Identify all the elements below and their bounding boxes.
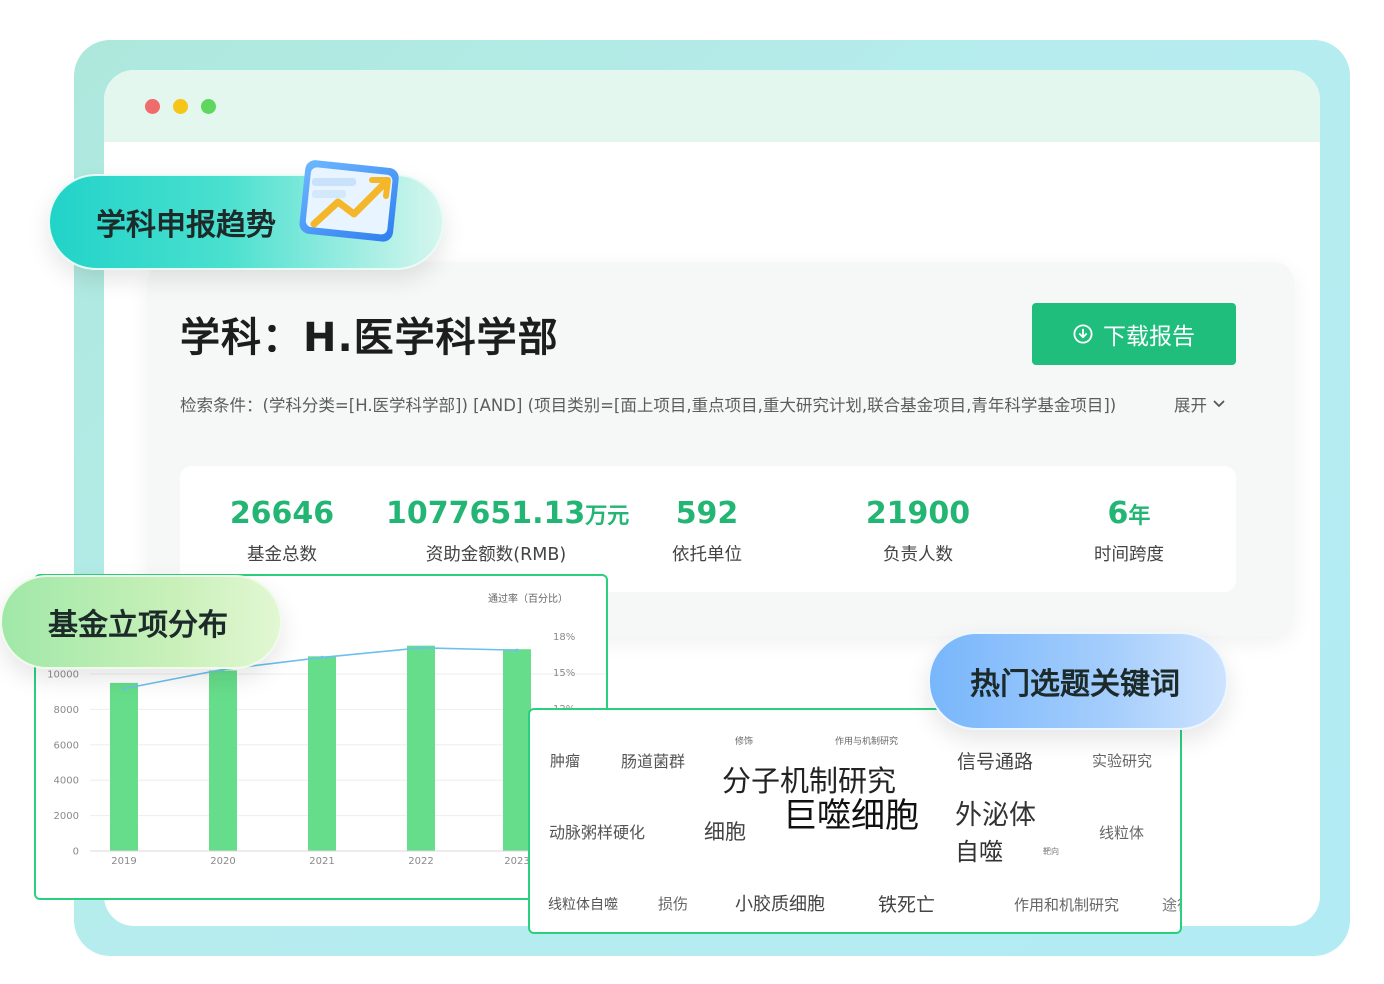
download-report-button[interactable]: 下载报告 [1032,303,1236,365]
stat-fund-total: 26646 基金总数 [172,496,392,566]
keyword-cloud: 肿瘤 肠道菌群 修饰 作用与机制研究信号通路 实验研究分子机制研究巨噬细胞 外泌体动脉粥样… [528,708,1182,934]
x-tick-label: 2019 [111,856,136,867]
stat-leaders: 21900 负责人数 [808,496,1028,566]
keyword-item[interactable]: 线粒体自噬 [548,898,618,912]
rate-point [515,648,519,652]
keyword-item[interactable]: 靶向 [1043,848,1059,856]
stat-value: 6年 [1107,496,1151,531]
y-tick-label: 6000 [54,740,79,751]
keyword-item[interactable]: 细胞 [704,822,746,843]
maximize-window-dot[interactable] [201,99,216,114]
y2-axis-label: 通过率（百分比） [488,592,568,605]
stat-label: 时间跨度 [1094,545,1164,565]
x-tick-label: 2020 [210,856,235,867]
page-title: 学科：H.医学科学部 [180,315,559,361]
rate-point [122,687,126,691]
stat-institutions: 592 依托单位 [597,496,817,566]
window-titlebar [104,70,1320,142]
expand-label: 展开 [1174,396,1207,415]
y-tick-label: 0 [73,847,79,858]
y2-tick-label: 18% [553,632,575,643]
y-tick-label: 8000 [54,705,79,716]
download-icon [1073,324,1093,344]
expand-toggle[interactable]: 展开 [1174,392,1225,416]
keyword-item[interactable]: 小胶质细胞 [735,896,825,914]
y-tick-label: 10000 [47,670,79,681]
y-tick-label: 2000 [54,811,79,822]
badge-trend-label: 学科申报趋势 [96,208,276,243]
keyword-item[interactable]: 肿瘤 [550,754,580,769]
rate-point [320,655,324,659]
stat-label: 资助金额数(RMB) [425,545,567,565]
stat-label: 依托单位 [672,545,742,565]
stat-value: 21900 [865,496,971,531]
x-tick-label: 2023 [504,856,529,867]
stat-fund-amount: 1077651.13万元 资助金额数(RMB) [386,496,630,566]
bar [407,645,435,851]
keyword-item[interactable]: 动脉粥样硬化 [549,825,645,841]
download-report-label: 下载报告 [1103,324,1195,350]
bar [308,656,336,851]
bar [209,670,237,851]
keyword-item[interactable]: 肠道菌群 [621,754,685,770]
trend-chart-icon [299,160,399,242]
stat-value: 26646 [229,496,335,531]
badge-keywords: 热门选题关键词 [928,632,1228,730]
keyword-item[interactable]: 铁死亡 [878,896,935,915]
y2-tick-label: 15% [553,668,575,679]
keyword-item[interactable]: 巨噬细胞 [783,799,919,833]
keyword-item[interactable]: 实验研究 [1092,754,1152,769]
badge-keywords-label: 热门选题关键词 [970,667,1180,702]
bar [110,682,138,851]
search-condition: 检索条件：(学科分类=[H.医学科学部]) [AND] (项目类别=[面上项目,… [180,396,1117,415]
keyword-item[interactable]: 作用和机制研究 [1014,898,1119,913]
badge-distribution: 基金立项分布 [0,575,282,669]
stat-value: 1077651.13万元 [386,496,630,531]
keyword-item[interactable]: 外泌体 [955,802,1036,829]
rate-point [419,646,423,650]
keyword-item[interactable]: 作用与机制研究 [835,738,898,747]
keyword-item[interactable]: 途径 [1162,898,1180,913]
x-tick-label: 2022 [408,856,433,867]
stat-label: 负责人数 [883,545,953,565]
chevron-down-icon [1213,400,1225,407]
y-tick-label: 4000 [54,776,79,787]
stat-value: 592 [675,496,739,531]
keyword-item[interactable]: 分子机制研究 [722,767,896,796]
keyword-item[interactable]: 线粒体 [1099,826,1144,841]
minimize-window-dot[interactable] [173,99,188,114]
badge-distribution-label: 基金立项分布 [48,608,228,643]
bar [503,649,531,851]
x-tick-label: 2021 [309,856,334,867]
keyword-item[interactable]: 自噬 [955,840,1003,864]
close-window-dot[interactable] [145,99,160,114]
keyword-item[interactable]: 信号通路 [957,753,1033,772]
stat-label: 基金总数 [247,545,317,565]
keyword-item[interactable]: 损伤 [658,897,688,912]
keyword-item[interactable]: 修饰 [735,738,753,747]
stat-time-span: 6年 时间跨度 [1019,496,1239,566]
